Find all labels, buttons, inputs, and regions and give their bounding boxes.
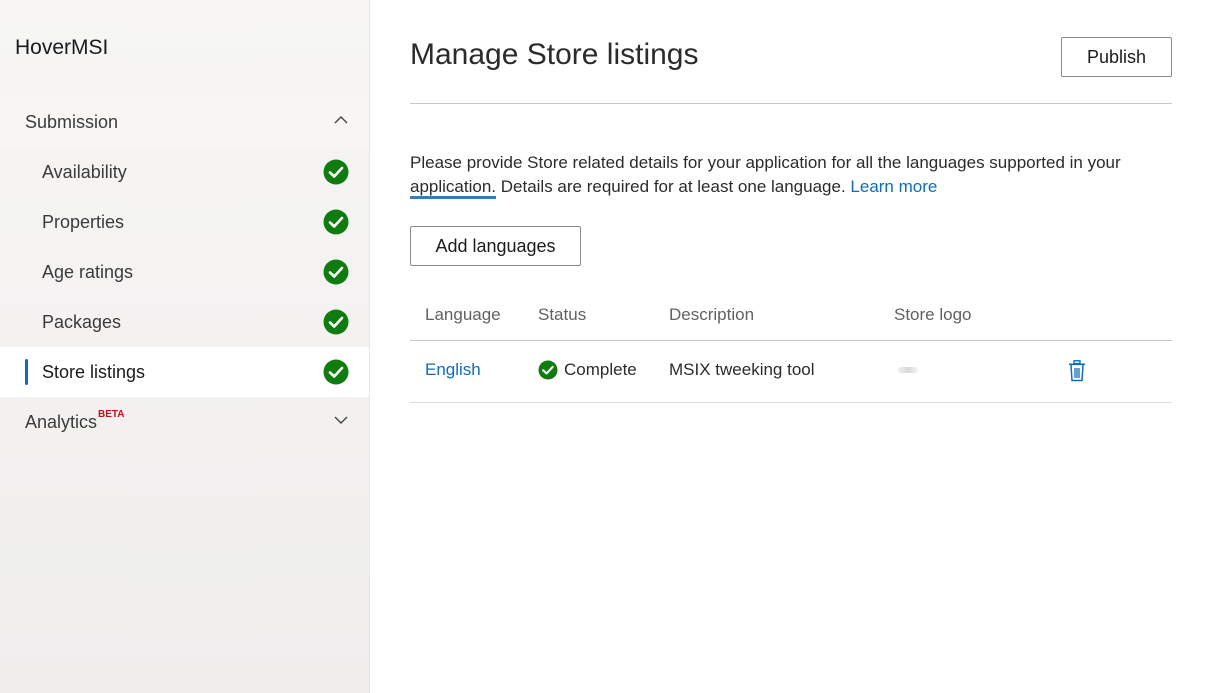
analytics-label: Analytics [25,411,98,432]
trash-icon[interactable] [1068,360,1086,382]
sidebar-item-label: Age ratings [42,261,134,282]
active-indicator [25,359,28,385]
nav-group-analytics[interactable]: AnalyticsBETA [0,397,369,447]
sidebar-item-packages[interactable]: Packages [0,297,369,347]
sidebar-item-label: Store listings [42,361,146,382]
nav-group-submission[interactable]: Submission [0,97,369,147]
column-header-status[interactable]: Status [538,305,586,325]
intro-text: Please provide Store related details for… [410,151,1172,199]
description-cell: MSIX tweeking tool [669,360,815,379]
sidebar-item-label: Properties [42,211,125,232]
store-logo-thumbnail [898,367,918,373]
intro-focus-word: application. [410,177,497,199]
checkmark-circle-icon [323,259,349,285]
intro-text-part1: Please provide Store related details for… [410,153,1121,172]
sidebar-item-properties[interactable]: Properties [0,197,369,247]
sidebar-item-label: Availability [42,161,127,182]
beta-badge: BETA [98,408,125,420]
divider [410,103,1172,104]
page-title: Manage Store listings [410,38,699,71]
checkmark-circle-icon [323,159,349,185]
learn-more-link[interactable]: Learn more [850,177,937,196]
status-cell: Complete [538,360,637,380]
checkmark-circle-icon [323,309,349,335]
language-link[interactable]: English [425,360,481,380]
publish-button[interactable]: Publish [1061,37,1172,77]
checkmark-circle-icon [538,360,558,380]
chevron-down-icon [334,416,348,424]
languages-table: Language Status Description Store logo E… [410,290,1172,403]
sidebar-item-availability[interactable]: Availability [0,147,369,197]
sidebar: HoverMSI Submission Availability Propert… [0,0,370,693]
column-header-description[interactable]: Description [669,305,754,325]
sidebar-item-label: Packages [42,311,122,332]
app-name: HoverMSI [15,36,109,59]
nav-group-label: AnalyticsBETA [25,408,125,433]
table-header: Language Status Description Store logo [410,290,1172,341]
sidebar-item-age-ratings[interactable]: Age ratings [0,247,369,297]
add-languages-button[interactable]: Add languages [410,226,581,266]
column-header-language[interactable]: Language [425,305,501,325]
checkmark-circle-icon [323,359,349,385]
chevron-up-icon [334,116,348,124]
sidebar-item-store-listings[interactable]: Store listings [0,347,369,397]
status-text: Complete [564,360,637,379]
intro-text-part2: Details are required for at least one la… [496,177,851,196]
column-header-store-logo[interactable]: Store logo [894,305,972,325]
table-row: English Complete MSIX tweeking tool [410,341,1172,403]
main-content: Manage Store listings Publish Please pro… [410,0,1172,693]
nav-group-label: Submission [25,111,119,132]
checkmark-circle-icon [323,209,349,235]
